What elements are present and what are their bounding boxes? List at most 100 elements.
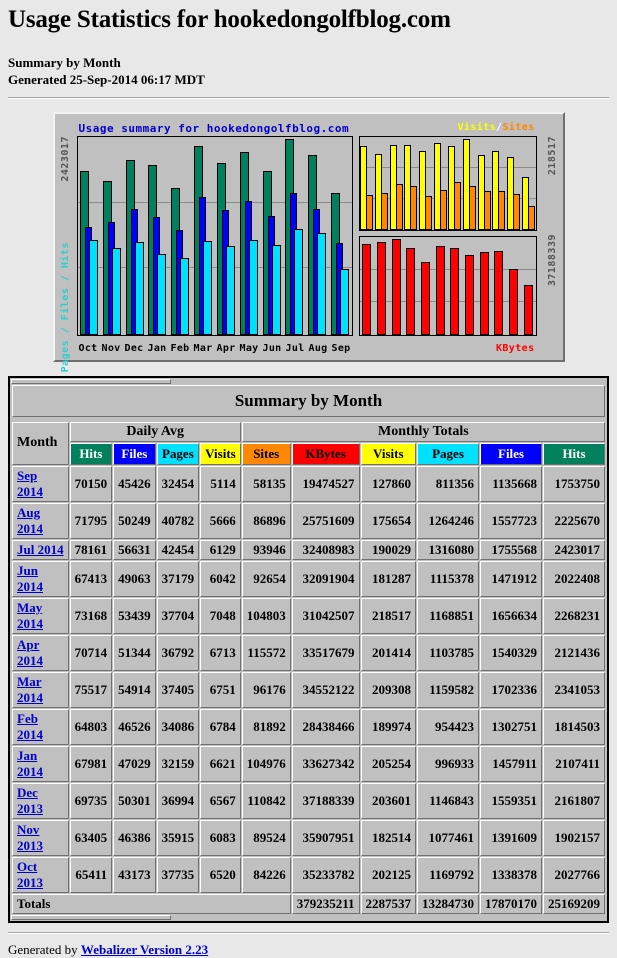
cell-avg-files: 49063 [113,560,156,597]
month-link[interactable]: Jan 2014 [17,748,43,779]
cell-tot-visits: 190029 [360,539,416,560]
totals-value: 379235211 [291,893,360,914]
cell-avg-visits: 7048 [200,597,241,634]
bar-group-mar [194,137,213,335]
cell-avg-pages: 32454 [156,465,200,502]
cell-tot-pages: 996933 [417,745,479,782]
cell-tot-visits: 189974 [360,708,416,745]
cell-avg-pages: 37179 [156,560,200,597]
month-link[interactable]: Sep 2014 [17,468,43,499]
totals-value: 25169209 [543,893,605,914]
month-link[interactable]: Mar 2014 [17,674,43,705]
cell-avg-hits: 75517 [69,671,113,708]
bar-pages [111,247,121,335]
table-row: Apr 2014 70714 51344 36792 6713 115572 3351767… [12,634,605,671]
bar-group-vs-apr [448,137,462,230]
bar-group-kb-jun [479,237,489,335]
chart-panel-visits-sites [358,135,537,231]
month-cell: May 2014 [12,597,69,634]
bar-group-vs-feb [418,137,432,230]
cell-avg-files: 51344 [113,634,156,671]
totals-label: Totals [12,893,291,914]
cell-tot-pages: 954423 [417,708,479,745]
table-totals-row: Totals 379235211 2287537 13284730 17870170 25… [12,893,605,914]
month-link[interactable]: Jul 2014 [17,542,64,557]
column-header-avg-files: Files [113,442,156,465]
cell-tot-sites: 110842 [241,782,291,819]
table-caption: Summary by Month [12,384,605,417]
bar-group-jun [262,137,281,335]
bar-sites [454,181,462,230]
bar-group-vs-sep [521,137,535,230]
chart-panel-pages-files-hits [76,135,353,336]
table-caption-row: Summary by Month [12,384,605,417]
cell-avg-visits: 6520 [200,856,241,893]
cell-avg-visits: 6042 [200,560,241,597]
cell-tot-visits: 205254 [360,745,416,782]
bar-pages [317,232,327,335]
month-link[interactable]: Aug 2014 [17,505,43,536]
bar-sites [395,183,403,230]
month-link[interactable]: Dec 2013 [17,785,43,816]
cell-tot-pages: 1168851 [417,597,479,634]
bar-sites [410,185,418,230]
cell-tot-hits: 2423017 [543,539,605,560]
cell-tot-sites: 115572 [241,634,291,671]
cell-avg-visits: 6621 [200,745,241,782]
cell-avg-pages: 37704 [156,597,200,634]
bar-group-may [239,137,258,335]
table-row: Mar 2014 75517 54914 37405 6751 96176 34552122… [12,671,605,708]
table-row: Jul 2014 78161 56631 42454 6129 93946 32408983… [12,539,605,560]
month-cell: Dec 2013 [12,782,69,819]
cell-avg-pages: 34086 [156,708,200,745]
group-header-monthly-totals: Monthly Totals [241,421,605,442]
cell-tot-visits: 203601 [360,782,416,819]
left-axis-max: 2423017 [59,135,71,182]
month-link[interactable]: Nov 2013 [17,822,43,853]
month-tick: Jun [262,342,282,354]
cell-tot-kbytes: 33627342 [291,745,360,782]
bar-group-kb-jul [494,237,504,335]
column-header-tot-hits: Hits [543,442,605,465]
month-link[interactable]: Oct 2013 [17,859,43,890]
bar-group-kb-aug [508,237,518,335]
bar-group-vs-jul [492,137,506,230]
bar-group-kb-oct [362,237,372,335]
bar-group-vs-dec [389,137,403,230]
cell-tot-kbytes: 35233782 [291,856,360,893]
column-header-avg-pages: Pages [156,442,200,465]
bar-group-kb-jan [406,237,416,335]
month-link[interactable]: Feb 2014 [17,711,43,742]
cell-avg-files: 43173 [113,856,156,893]
cell-avg-hits: 78161 [69,539,113,560]
bar-group-jul [285,137,304,335]
table-row: Aug 2014 71795 50249 40782 5666 86896 25751609… [12,502,605,539]
bar-group-apr [216,137,235,335]
month-tick: Jan [147,342,167,354]
cell-avg-hits: 73168 [69,597,113,634]
month-tick: May [239,342,259,354]
cell-avg-hits: 64803 [69,708,113,745]
cell-tot-pages: 1077461 [417,819,479,856]
bar-group-kbytes [360,237,536,335]
bar-sites [424,195,432,230]
month-link[interactable]: May 2014 [17,600,43,631]
bar-sites [366,194,374,230]
bar-pages [248,239,258,335]
bar-sites [483,190,491,230]
table-spacer [12,417,605,421]
cell-tot-hits: 1902157 [543,819,605,856]
cell-tot-visits: 181287 [360,560,416,597]
bar-group-kb-mar [435,237,445,335]
webalizer-link[interactable]: Webalizer Version 2.23 [81,942,208,957]
cell-tot-files: 1755568 [480,539,542,560]
month-link[interactable]: Jun 2014 [17,563,43,594]
right-axis-visits-max: 218517 [546,135,558,175]
cell-tot-sites: 84226 [241,856,291,893]
cell-tot-visits: 209308 [360,671,416,708]
month-link[interactable]: Apr 2014 [17,637,43,668]
bar-kbytes [479,251,489,335]
month-cell: Aug 2014 [12,502,69,539]
cell-tot-files: 1557723 [480,502,542,539]
bar-group-kb-dec [391,237,401,335]
